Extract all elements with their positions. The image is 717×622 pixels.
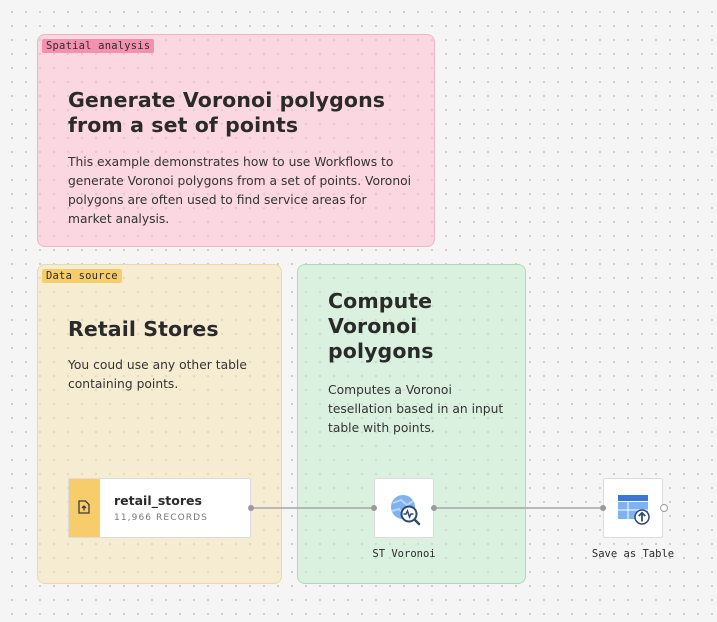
- source-node-record-count: 11,966 RECORDS: [114, 513, 208, 523]
- node-st-voronoi[interactable]: [374, 478, 434, 538]
- voronoi-analysis-icon: [391, 495, 421, 526]
- source-node-retail-stores[interactable]: retail_stores 11,966 RECORDS: [68, 478, 251, 538]
- voronoi-input-port[interactable]: [371, 505, 377, 511]
- save-input-port[interactable]: [600, 505, 606, 511]
- source-node-name: retail_stores: [114, 493, 202, 508]
- save-table-icon: [618, 495, 650, 525]
- node-label: Save as Table: [591, 548, 675, 560]
- voronoi-output-port[interactable]: [431, 505, 437, 511]
- node-save-as-table[interactable]: [603, 478, 663, 538]
- save-output-port[interactable]: [660, 504, 668, 512]
- table-upload-icon: [69, 479, 100, 537]
- source-output-port[interactable]: [248, 505, 254, 511]
- node-label: ST Voronoi: [372, 548, 436, 560]
